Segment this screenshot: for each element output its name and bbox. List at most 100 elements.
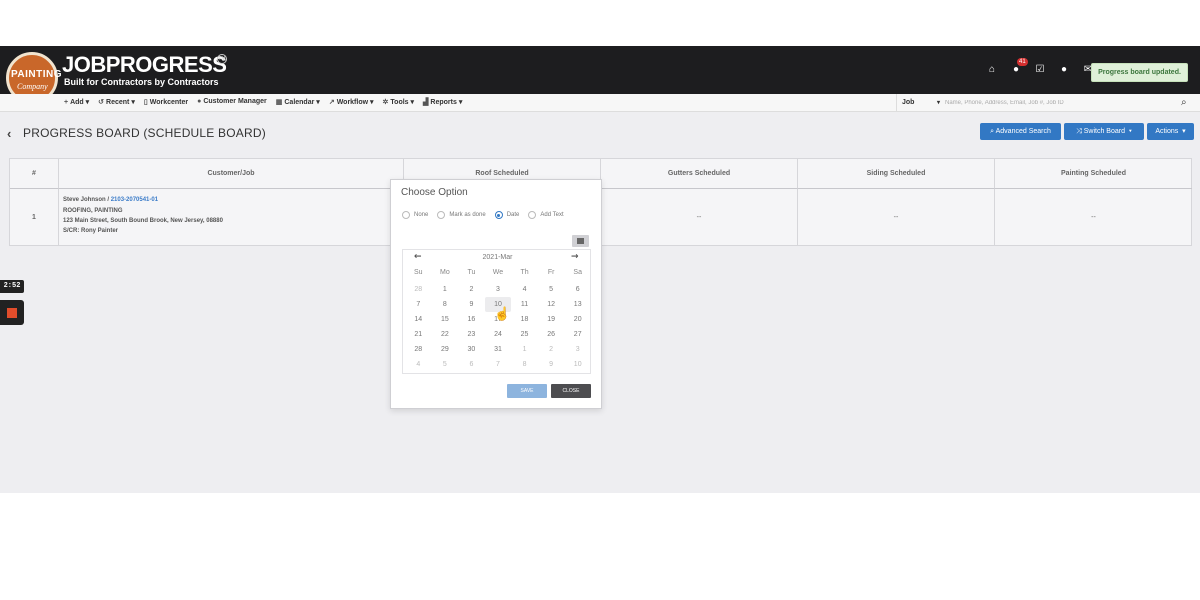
stop-recording-button[interactable] — [0, 300, 24, 325]
success-toast[interactable]: Progress board updated. — [1091, 63, 1188, 82]
gutters-scheduled-cell[interactable]: -- — [601, 189, 798, 246]
brand-tagline: Built for Contractors by Contractors — [64, 77, 219, 87]
column-header-index: # — [10, 159, 59, 189]
calendar-day[interactable]: 19 — [538, 312, 565, 327]
next-month-arrow-icon[interactable]: → — [571, 252, 579, 262]
top-header: PAINTING Company JOBPROGRESS TM Built fo… — [0, 46, 1200, 104]
calendar-day[interactable]: 29 — [432, 342, 459, 357]
calendar-day[interactable]: 6 — [564, 282, 591, 297]
calendar-day[interactable]: 2 — [458, 282, 485, 297]
checkbox-icon[interactable]: ☑ — [1034, 64, 1046, 78]
calendar-day[interactable]: 8 — [432, 297, 459, 312]
calendar-day[interactable]: 9 — [458, 297, 485, 312]
calendar-day[interactable]: 1 — [511, 342, 538, 357]
calendar-day[interactable]: 18 — [511, 312, 538, 327]
search-icon[interactable]: ⌕ — [1181, 97, 1193, 109]
back-arrow-icon[interactable]: ‹ — [7, 126, 11, 141]
users-icon: ● — [197, 98, 202, 105]
choose-option-popup: Choose Option None Mark as done Date Add… — [390, 179, 602, 409]
calendar-day[interactable]: 6 — [458, 357, 485, 372]
radio-add-text[interactable] — [528, 211, 537, 219]
main-navbar: + Add ▾ ↺ Recent ▾ ▯ Workcenter ● Customer M… — [0, 94, 1200, 112]
calendar-days-grid: 28 1 2 3 4 5 6 7 8 9 10 11 12 13 14 15 16 17 18 19 20 21 22 23 2… — [405, 282, 591, 372]
calendar-day[interactable]: 14 — [405, 312, 432, 327]
column-header-gutters-scheduled: Gutters Scheduled — [601, 159, 798, 189]
brand-name[interactable]: JOBPROGRESS — [62, 52, 227, 78]
document-icon: ▯ — [143, 99, 148, 106]
search-type-select[interactable]: Job ▾ — [896, 94, 944, 112]
bell-icon[interactable]: ● 41 — [1010, 58, 1028, 78]
nav-item-recent[interactable]: ↺ Recent ▾ — [98, 98, 135, 106]
search-input[interactable] — [945, 96, 1175, 110]
nav-item-calendar[interactable]: ▦ Calendar ▾ — [276, 98, 320, 106]
nav-menu: + Add ▾ ↺ Recent ▾ ▯ Workcenter ● Customer M… — [64, 98, 462, 106]
calendar-day[interactable]: 13 — [564, 297, 591, 312]
calendar-day[interactable]: 8 — [511, 357, 538, 372]
weekday-label: Su — [414, 269, 423, 276]
calendar-day[interactable]: 24 — [485, 327, 512, 342]
calendar-day[interactable]: 9 — [538, 357, 565, 372]
switch-board-button[interactable]: ⤨ Switch Board ▾ — [1064, 123, 1144, 140]
option-date[interactable]: Date — [494, 211, 519, 219]
close-button[interactable]: CLOSE — [551, 384, 591, 398]
calendar-day[interactable]: 25 — [511, 327, 538, 342]
calendar-day[interactable]: 7 — [485, 357, 512, 372]
advanced-search-button[interactable]: ⌕ Advanced Search — [980, 123, 1061, 140]
calendar-day[interactable]: 2 — [538, 342, 565, 357]
calendar-day[interactable]: 3 — [485, 282, 512, 297]
calendar-day[interactable]: 3 — [564, 342, 591, 357]
chat-icon[interactable]: ● — [1058, 64, 1070, 78]
calendar-day[interactable]: 11 — [511, 297, 538, 312]
column-header-siding-scheduled: Siding Scheduled — [798, 159, 995, 189]
column-header-painting-scheduled: Painting Scheduled — [995, 159, 1192, 189]
home-icon[interactable]: ⌂ — [986, 64, 998, 78]
calendar-day[interactable]: 21 — [405, 327, 432, 342]
nav-item-customer-manager[interactable]: ● Customer Manager — [197, 98, 267, 106]
calendar-toggle-button[interactable] — [572, 235, 589, 247]
radio-none[interactable] — [402, 211, 410, 219]
calendar-day[interactable]: 30 — [458, 342, 485, 357]
radio-date[interactable] — [494, 211, 503, 219]
calendar-day[interactable]: 23 — [458, 327, 485, 342]
actions-button[interactable]: Actions ▾ — [1147, 123, 1194, 140]
stop-icon — [7, 308, 17, 318]
calendar-day[interactable]: 26 — [538, 327, 565, 342]
calendar-day[interactable]: 28 — [405, 282, 432, 297]
calendar-day[interactable]: 28 — [405, 342, 432, 357]
weekday-label: Fr — [547, 269, 555, 276]
calendar-day[interactable]: 10 — [564, 357, 591, 372]
job-salesman: S/CR: Rony Painter — [63, 228, 119, 234]
nav-item-reports[interactable]: ▟ Reports ▾ — [423, 98, 462, 106]
calendar-day[interactable]: 4 — [511, 282, 538, 297]
calendar-day[interactable]: 16 — [458, 312, 485, 327]
calendar-day[interactable]: 1 — [432, 282, 459, 297]
calendar-day[interactable]: 5 — [432, 357, 459, 372]
nav-item-tools[interactable]: ✲ Tools ▾ — [383, 98, 415, 106]
nav-item-add[interactable]: + Add ▾ — [64, 98, 89, 106]
logo-text: PAINTING — [11, 69, 63, 80]
painting-scheduled-cell[interactable]: -- — [995, 189, 1192, 246]
calendar-day[interactable]: 7 — [405, 297, 432, 312]
calendar-day[interactable]: 15 — [432, 312, 459, 327]
option-add-text[interactable]: Add Text — [528, 211, 564, 219]
weekday-header: Su Mo Tu We Th Fr Sa — [405, 269, 591, 276]
option-none[interactable]: None — [402, 211, 428, 219]
calendar-day[interactable]: 22 — [432, 327, 459, 342]
calendar-day[interactable]: 4 — [405, 357, 432, 372]
siding-scheduled-cell[interactable]: -- — [798, 189, 995, 246]
calendar-day[interactable]: 12 — [538, 297, 565, 312]
calendar-month-label[interactable]: 2021-Mar — [403, 254, 592, 261]
calendar-day[interactable]: 20 — [564, 312, 591, 327]
customer-job-cell[interactable]: Steve Johnson / 2103-2070541-01 ROOFING,… — [59, 189, 404, 246]
shuffle-icon: ⤨ — [1076, 128, 1084, 135]
job-address: 123 Main Street, South Bound Brook, New … — [63, 218, 223, 224]
nav-item-workflow[interactable]: ↗ Workflow ▾ — [329, 98, 374, 106]
calendar-day[interactable]: 5 — [538, 282, 565, 297]
save-button[interactable]: SAVE — [507, 384, 547, 398]
radio-mark-as-done[interactable] — [437, 211, 446, 219]
option-mark-as-done[interactable]: Mark as done — [437, 211, 486, 219]
job-number-link[interactable]: 2103-2070541-01 — [111, 197, 158, 203]
calendar-day[interactable]: 31 — [485, 342, 512, 357]
calendar-day[interactable]: 27 — [564, 327, 591, 342]
nav-item-workcenter[interactable]: ▯ Workcenter — [144, 98, 188, 106]
